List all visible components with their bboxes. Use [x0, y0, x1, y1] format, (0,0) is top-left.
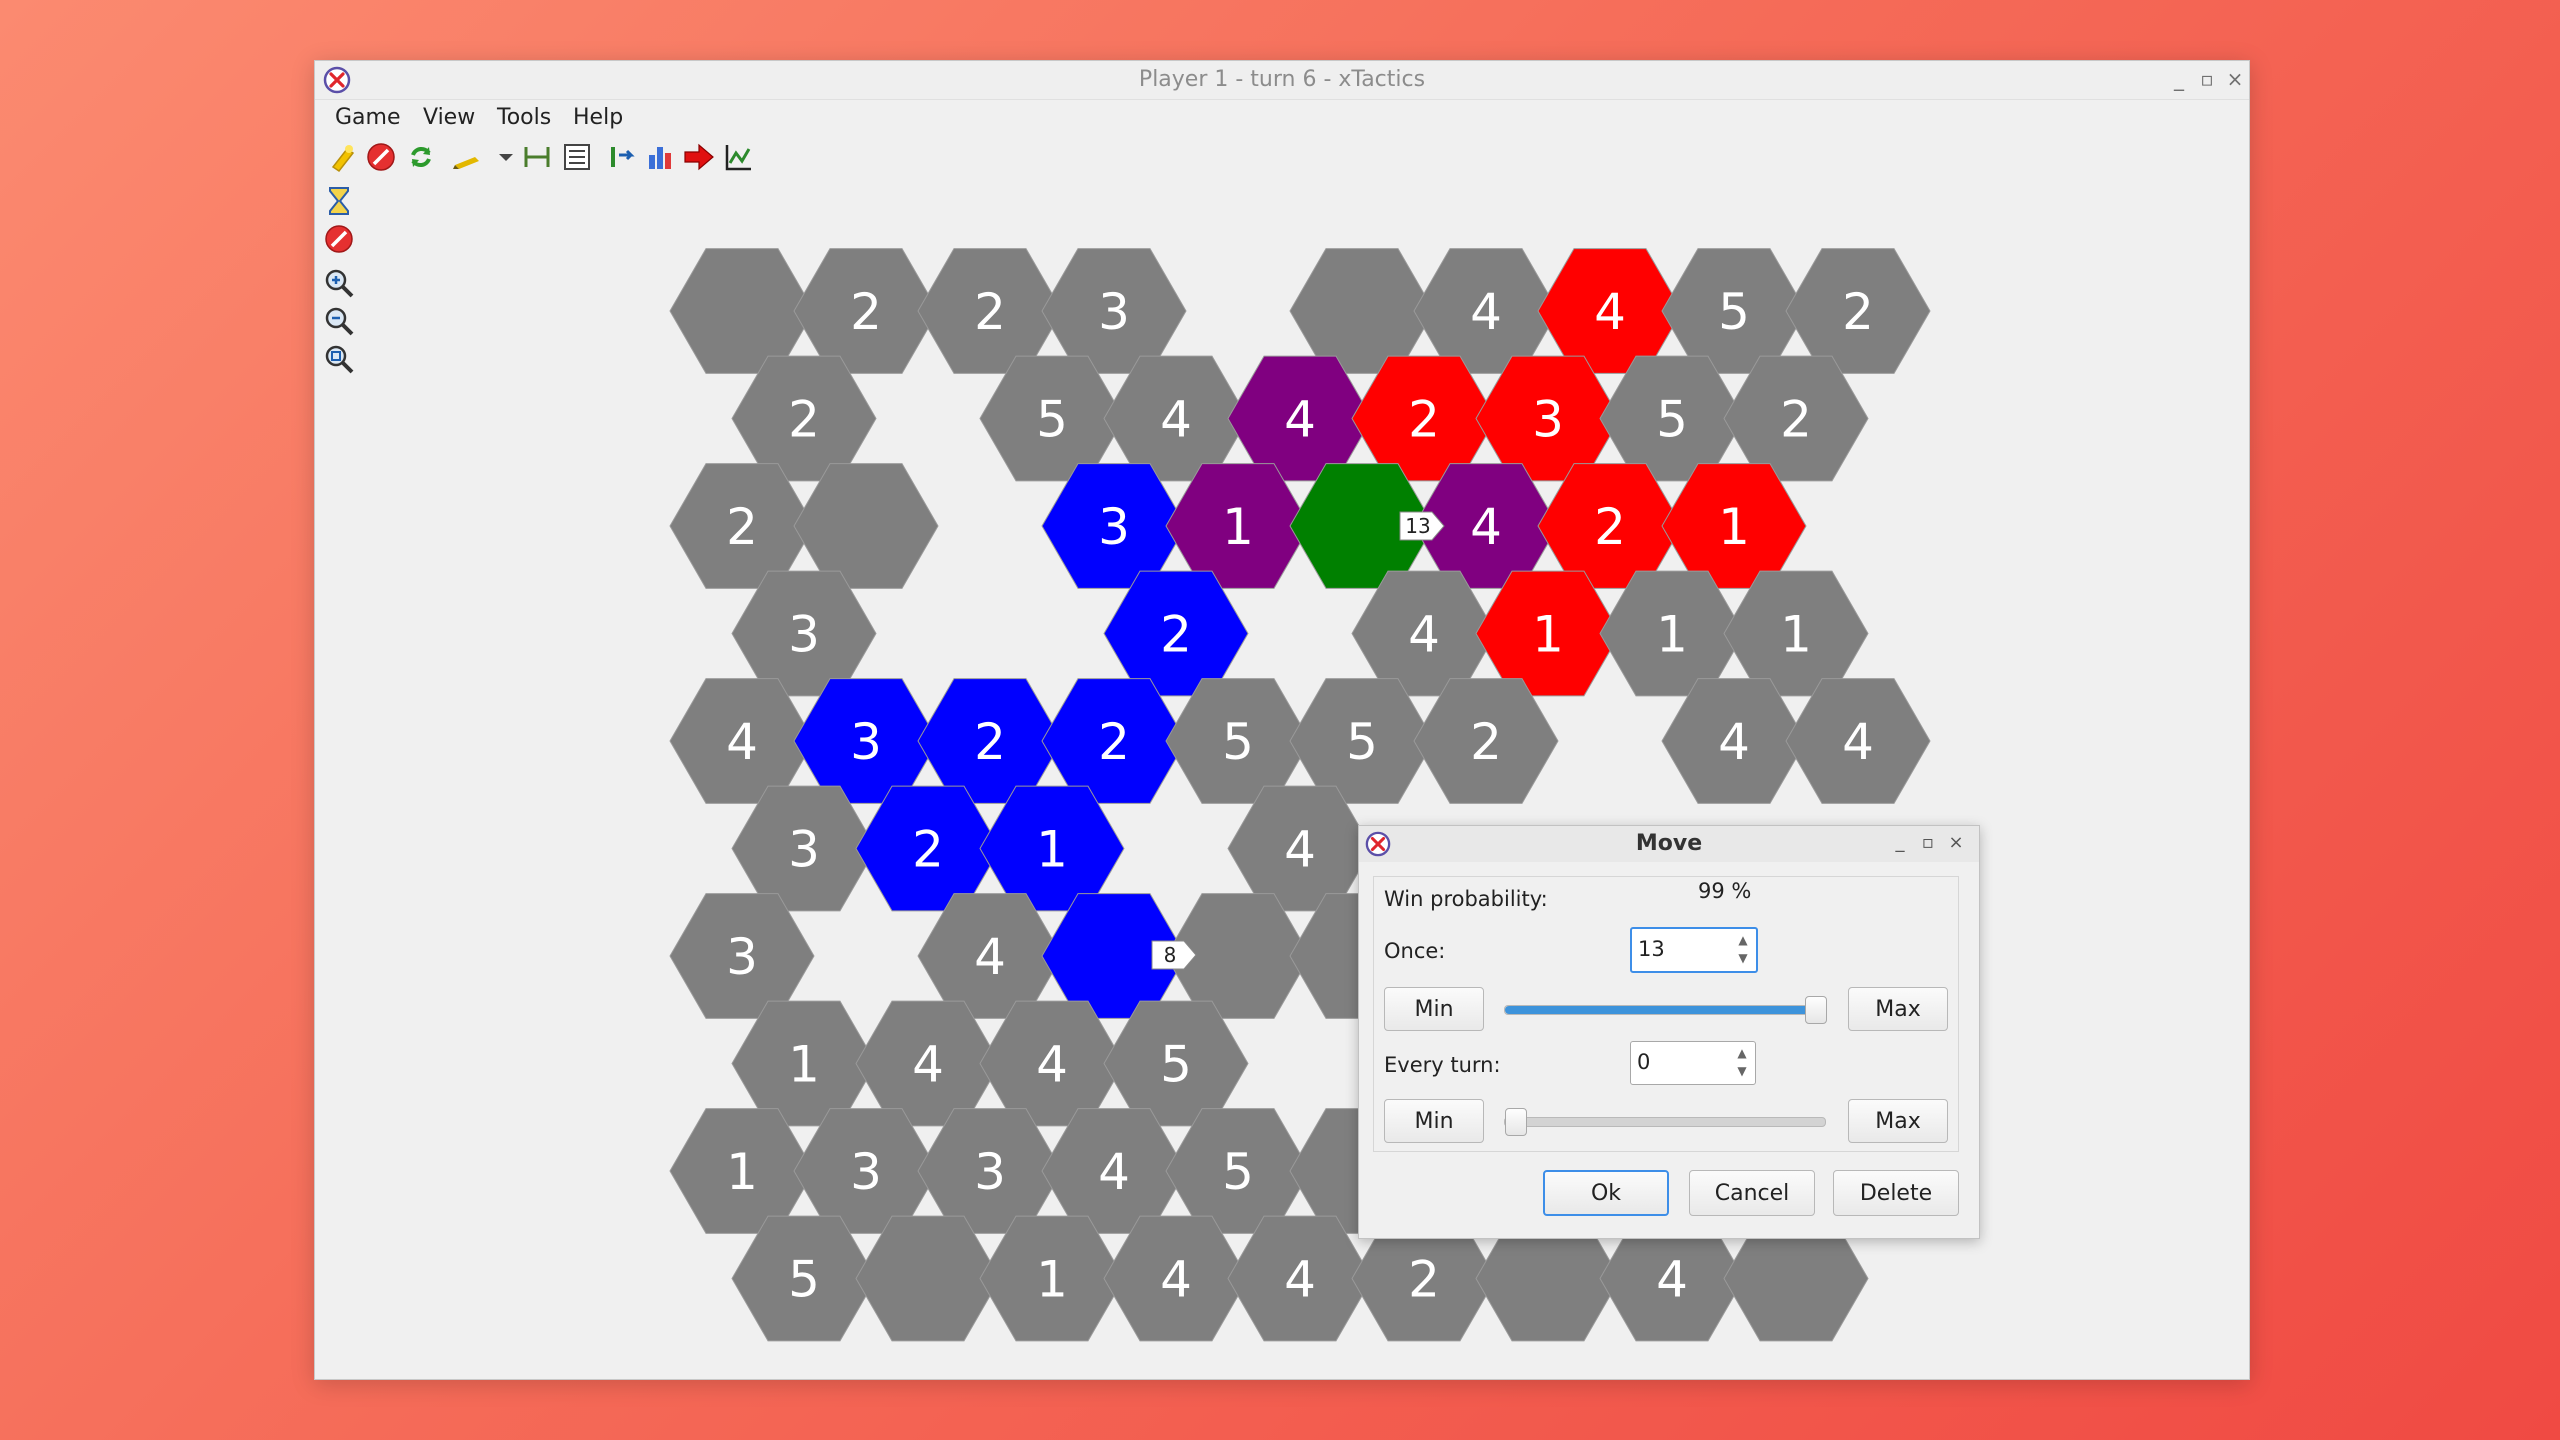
hex-cell-value: 3 [850, 1143, 882, 1201]
cancel-button[interactable]: Cancel [1689, 1170, 1815, 1216]
hex-cell[interactable] [669, 248, 815, 374]
once-up-icon[interactable]: ▲ [1734, 931, 1752, 949]
hex-cell-value: 3 [788, 821, 820, 879]
dialog-maximize-button[interactable]: ▫ [1917, 829, 1939, 857]
hex-cell-value: 4 [1408, 606, 1440, 664]
every-turn-spinbox[interactable]: 0 ▲ ▼ [1630, 1041, 1756, 1085]
hex-cell-value: 5 [1656, 391, 1688, 449]
hex-cell-value: 5 [1036, 391, 1068, 449]
every-turn-up-icon[interactable]: ▲ [1733, 1044, 1751, 1062]
once-slider[interactable] [1504, 996, 1827, 1024]
hex-cell-value: 3 [726, 928, 758, 986]
hex-cell-value: 4 [912, 1036, 944, 1094]
hex-cell-value: 4 [1470, 283, 1502, 341]
every-turn-slider-handle[interactable] [1505, 1108, 1527, 1136]
hex-cell-value: 2 [912, 821, 944, 879]
hex-cell-value: 5 [1346, 713, 1378, 771]
hex-cell-value: 4 [974, 928, 1006, 986]
hex-cell-value: 5 [1222, 1143, 1254, 1201]
hex-cell-value: 2 [1780, 391, 1812, 449]
hex-cell-value: 1 [788, 1036, 820, 1094]
dialog-title: Move [1635, 831, 1703, 856]
hex-cell-value: 4 [1284, 391, 1316, 449]
hex-cell-value: 5 [788, 1251, 820, 1309]
hex-cell-value: 2 [974, 283, 1006, 341]
hex-cell-value: 3 [974, 1143, 1006, 1201]
hex-cell-value: 3 [850, 713, 882, 771]
win-probability-label: Win probability: [1384, 887, 1548, 911]
ok-button[interactable]: Ok [1543, 1170, 1669, 1216]
hex-cell-value: 1 [1036, 821, 1068, 879]
hex-cell-value: 4 [726, 713, 758, 771]
hex-cell[interactable] [1289, 248, 1435, 374]
hex-cell-value: 2 [850, 283, 882, 341]
hex-cell-value: 5 [1160, 1036, 1192, 1094]
hex-cell-value: 1 [1718, 498, 1750, 556]
every-turn-value: 0 [1637, 1050, 1651, 1074]
hex-cell-value: 5 [1222, 713, 1254, 771]
hex-cell-value: 2 [1160, 606, 1192, 664]
dialog-body: Win probability: 99 % Once: 13 ▲ ▼ Min M… [1373, 876, 1959, 1152]
once-max-button[interactable]: Max [1848, 987, 1948, 1031]
hex-cell-value: 2 [1408, 391, 1440, 449]
hex-cell-value: 3 [1532, 391, 1564, 449]
hex-cell-value: 5 [1718, 283, 1750, 341]
hex-cell-value: 2 [974, 713, 1006, 771]
attack-marker-label: 8 [1164, 943, 1177, 967]
hex-cell-value: 4 [1284, 1251, 1316, 1309]
dialog-minimize-button[interactable]: _ [1889, 829, 1911, 857]
move-dialog: Move _ ▫ × Win probability: 99 % Once: 1… [1358, 825, 1980, 1239]
win-probability-value: 99 % [1698, 879, 1752, 903]
hex-cell-value: 4 [1284, 821, 1316, 879]
hex-cell-value: 1 [1532, 606, 1564, 664]
once-slider-handle[interactable] [1805, 996, 1827, 1024]
hex-cell-value: 1 [726, 1143, 758, 1201]
hex-cell-value: 4 [1036, 1036, 1068, 1094]
every-turn-label: Every turn: [1384, 1053, 1501, 1077]
hex-cell-value: 2 [1098, 713, 1130, 771]
hex-cell-value: 4 [1656, 1251, 1688, 1309]
hex-cell-value: 2 [1408, 1251, 1440, 1309]
hex-cell[interactable] [855, 1215, 1001, 1342]
hex-cell-value: 2 [788, 391, 820, 449]
hex-cell-value: 1 [1656, 606, 1688, 664]
dialog-close-button[interactable]: × [1945, 829, 1967, 857]
once-min-button[interactable]: Min [1384, 987, 1484, 1031]
once-value: 13 [1638, 937, 1665, 961]
hex-cell-value: 4 [1098, 1143, 1130, 1201]
attack-marker-label: 13 [1405, 514, 1430, 538]
hex-cell[interactable] [793, 463, 939, 589]
hex-cell-value: 4 [1160, 1251, 1192, 1309]
hex-cell-value: 2 [1594, 498, 1626, 556]
hex-cell-value: 4 [1160, 391, 1192, 449]
once-slider-fill [1505, 1006, 1825, 1014]
once-spinbox[interactable]: 13 ▲ ▼ [1630, 927, 1758, 973]
hex-cell-value: 1 [1222, 498, 1254, 556]
every-turn-down-icon[interactable]: ▼ [1733, 1062, 1751, 1080]
hex-cell-value: 4 [1470, 498, 1502, 556]
once-label: Once: [1384, 939, 1446, 963]
hex-cell-value: 3 [1098, 283, 1130, 341]
once-down-icon[interactable]: ▼ [1734, 949, 1752, 967]
hex-cell-value: 2 [1470, 713, 1502, 771]
hex-cell-value: 4 [1594, 283, 1626, 341]
delete-button[interactable]: Delete [1833, 1170, 1959, 1216]
every-turn-max-button[interactable]: Max [1848, 1099, 1948, 1143]
hex-cell-value: 3 [788, 606, 820, 664]
every-turn-min-button[interactable]: Min [1384, 1099, 1484, 1143]
hex-cell-value: 1 [1036, 1251, 1068, 1309]
every-turn-slider[interactable] [1504, 1108, 1826, 1136]
dialog-title-bar: Move _ ▫ × [1359, 826, 1979, 862]
hex-cell-value: 1 [1780, 606, 1812, 664]
hex-cell-value: 3 [1098, 498, 1130, 556]
hex-cell-value: 4 [1842, 713, 1874, 771]
hex-cell-value: 4 [1718, 713, 1750, 771]
hex-cell-value: 2 [1842, 283, 1874, 341]
hex-cell-value: 2 [726, 498, 758, 556]
hex-board[interactable]: 2 2 3 4 4 5 22 5 4 4 2 3 5 22 3 1 4 2 13 2 4 1 1 14 3 2 2 5 5 2 4 43 2 1 4… [0, 0, 2560, 1440]
